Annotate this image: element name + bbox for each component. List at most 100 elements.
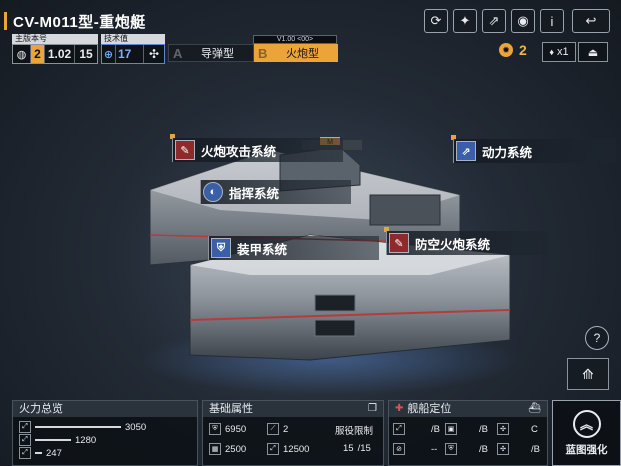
- aa-artillery-icon: ✎: [389, 233, 409, 253]
- help-button[interactable]: ?: [585, 326, 609, 350]
- tech-adjust-icon[interactable]: ✣: [144, 45, 164, 63]
- main-version-box: ◍ 2 1.02 15: [12, 44, 98, 64]
- tech-icon: ⊕: [102, 45, 116, 63]
- quantity-button[interactable]: ♦ x1: [542, 42, 576, 62]
- attr-armor-value: 6950: [225, 423, 247, 435]
- tab-letter-b: B: [258, 45, 268, 61]
- attr-hp-a-value: 2500: [225, 443, 247, 455]
- view-icon[interactable]: ◉: [511, 9, 535, 33]
- quantity-label: x1: [556, 46, 569, 58]
- attr-armor: ⛨ 6950: [209, 423, 246, 435]
- attr-hp-b: ⤢ 12500: [267, 443, 309, 455]
- rank-button[interactable]: ⟰: [567, 358, 609, 390]
- role-icon: ⛨: [445, 443, 457, 455]
- rank-icon: ⟰: [582, 365, 594, 382]
- tab-label-missile: 导弹型: [201, 48, 234, 60]
- aa-turret: [369, 194, 441, 226]
- back-icon: ↩: [585, 13, 597, 28]
- service-limit: 15 /15: [343, 443, 371, 454]
- tech-value: 17: [116, 45, 144, 63]
- ship-icon[interactable]: ⛴: [528, 401, 541, 417]
- system-power[interactable]: ⇗ 动力系统: [453, 139, 616, 163]
- system-aa-artillery[interactable]: ✎ 防空火炮系统: [386, 231, 549, 255]
- position-cell: ✣ C: [497, 423, 538, 435]
- title-accent: [4, 12, 7, 30]
- tab-letter-a: A: [173, 45, 183, 61]
- tech-value-box: ⊕ 17 ✣: [101, 44, 165, 64]
- chevron-up-icon: ︽: [572, 409, 601, 438]
- firepower-bar: [35, 439, 71, 441]
- layers-button[interactable]: ⏏: [578, 42, 608, 62]
- weapon-icon: ⤢: [19, 447, 31, 459]
- firepower-row: ⤢ 247: [19, 447, 62, 459]
- ship-model: M: [140, 137, 520, 395]
- export-icon[interactable]: ⇗: [482, 9, 506, 33]
- slot-icon: ⟋: [267, 423, 279, 435]
- command-icon: ◐: [203, 182, 223, 202]
- shield-icon: ⛨: [209, 423, 221, 435]
- firepower-row: ⤢ 1280: [19, 434, 96, 446]
- positioning-title: 舰船定位: [407, 403, 452, 415]
- help-icon: ?: [593, 331, 601, 345]
- tab-artillery[interactable]: B 火炮型: [254, 44, 338, 62]
- tech-value-label: 技术值: [101, 34, 165, 44]
- service-limit-max: /15: [357, 443, 371, 454]
- main-version-group: 主版本号 ◍ 2 1.02 15: [12, 34, 98, 64]
- firepower-value: 247: [46, 447, 62, 459]
- armor-icon: ⛨: [211, 238, 231, 258]
- hull-vent-1: [314, 294, 356, 312]
- system-command[interactable]: ◐ 指挥系统: [200, 180, 351, 204]
- page-title: CV-M011型-重炮艇: [13, 13, 146, 31]
- base-attributes-panel: 基础属性 ❐ ⛨ 6950 ⟋ 2 ▦ 2500 ⤢ 12500 服役限制 15…: [202, 400, 384, 466]
- position-cell: ⊘ --: [393, 443, 437, 455]
- refresh-icon[interactable]: ⟳: [424, 9, 448, 33]
- role-icon: ▣: [445, 423, 457, 435]
- system-label: 动力系统: [482, 145, 533, 160]
- system-armor[interactable]: ⛨ 装甲系统: [208, 236, 379, 260]
- hull-vent-2: [314, 319, 356, 337]
- weapon-icon: ⤢: [19, 434, 31, 446]
- structure-icon: ⤢: [267, 443, 279, 455]
- blueprint-strengthen-button[interactable]: ︽ 蓝图强化: [552, 400, 621, 466]
- power-icon: ⇗: [456, 141, 476, 161]
- firepower-value: 1280: [75, 434, 97, 446]
- info-icon[interactable]: i: [540, 9, 564, 33]
- copy-icon[interactable]: ❐: [368, 401, 377, 417]
- blueprint-strengthen-label: 蓝图强化: [565, 443, 608, 456]
- weapon-icon: ⤢: [19, 421, 31, 433]
- positioning-header: ✚ 舰船定位 ⛴: [389, 401, 547, 417]
- tab-missile[interactable]: A 导弹型: [168, 44, 254, 62]
- variant-tabs: A 导弹型 B 火炮型: [168, 44, 338, 62]
- firepower-bar: [35, 452, 42, 454]
- main-version-label: 主版本号: [12, 34, 98, 44]
- position-cell: ▣/B: [445, 423, 488, 435]
- system-label: 火炮攻击系统: [201, 144, 277, 159]
- attr-slots: ⟋ 2: [267, 423, 288, 435]
- role-icon: ⤢: [393, 423, 405, 435]
- firepower-row: ⤢ 3050: [19, 421, 146, 433]
- attr-slots-value: 2: [283, 423, 289, 435]
- share-icon[interactable]: ✦: [453, 9, 477, 33]
- main-version-value: 2: [31, 45, 45, 63]
- drop-icon: ♦: [549, 47, 554, 57]
- back-button[interactable]: ↩: [572, 9, 610, 33]
- attr-hp-b-value: 12500: [283, 443, 310, 455]
- currency: ✹ 2: [499, 42, 527, 58]
- base-attributes-title: 基础属性: [209, 403, 253, 415]
- base-attributes-header: 基础属性 ❐: [203, 401, 383, 417]
- system-label: 防空火炮系统: [415, 237, 491, 252]
- system-label: 装甲系统: [237, 242, 288, 257]
- tech-value-group: 技术值 ⊕ 17 ✣: [101, 34, 165, 64]
- attr-hp-a: ▦ 2500: [209, 443, 246, 455]
- positioning-panel: ✚ 舰船定位 ⛴ ⤢/B ▣/B ✣ C ⊘ -- ⛨/B ✣/B: [388, 400, 548, 466]
- system-label: 指挥系统: [229, 186, 280, 201]
- globe-icon: ◍: [13, 45, 31, 63]
- artillery-icon: ✎: [175, 140, 195, 160]
- layers-icon: ⏏: [587, 46, 599, 59]
- currency-value: 2: [519, 42, 527, 58]
- version-tag: V1.00 <00>: [253, 35, 337, 44]
- role-icon: ✣: [497, 443, 509, 455]
- hp-icon: ▦: [209, 443, 221, 455]
- role-icon: ⊘: [393, 443, 405, 455]
- system-artillery-attack[interactable]: ✎ 火炮攻击系统: [172, 138, 343, 162]
